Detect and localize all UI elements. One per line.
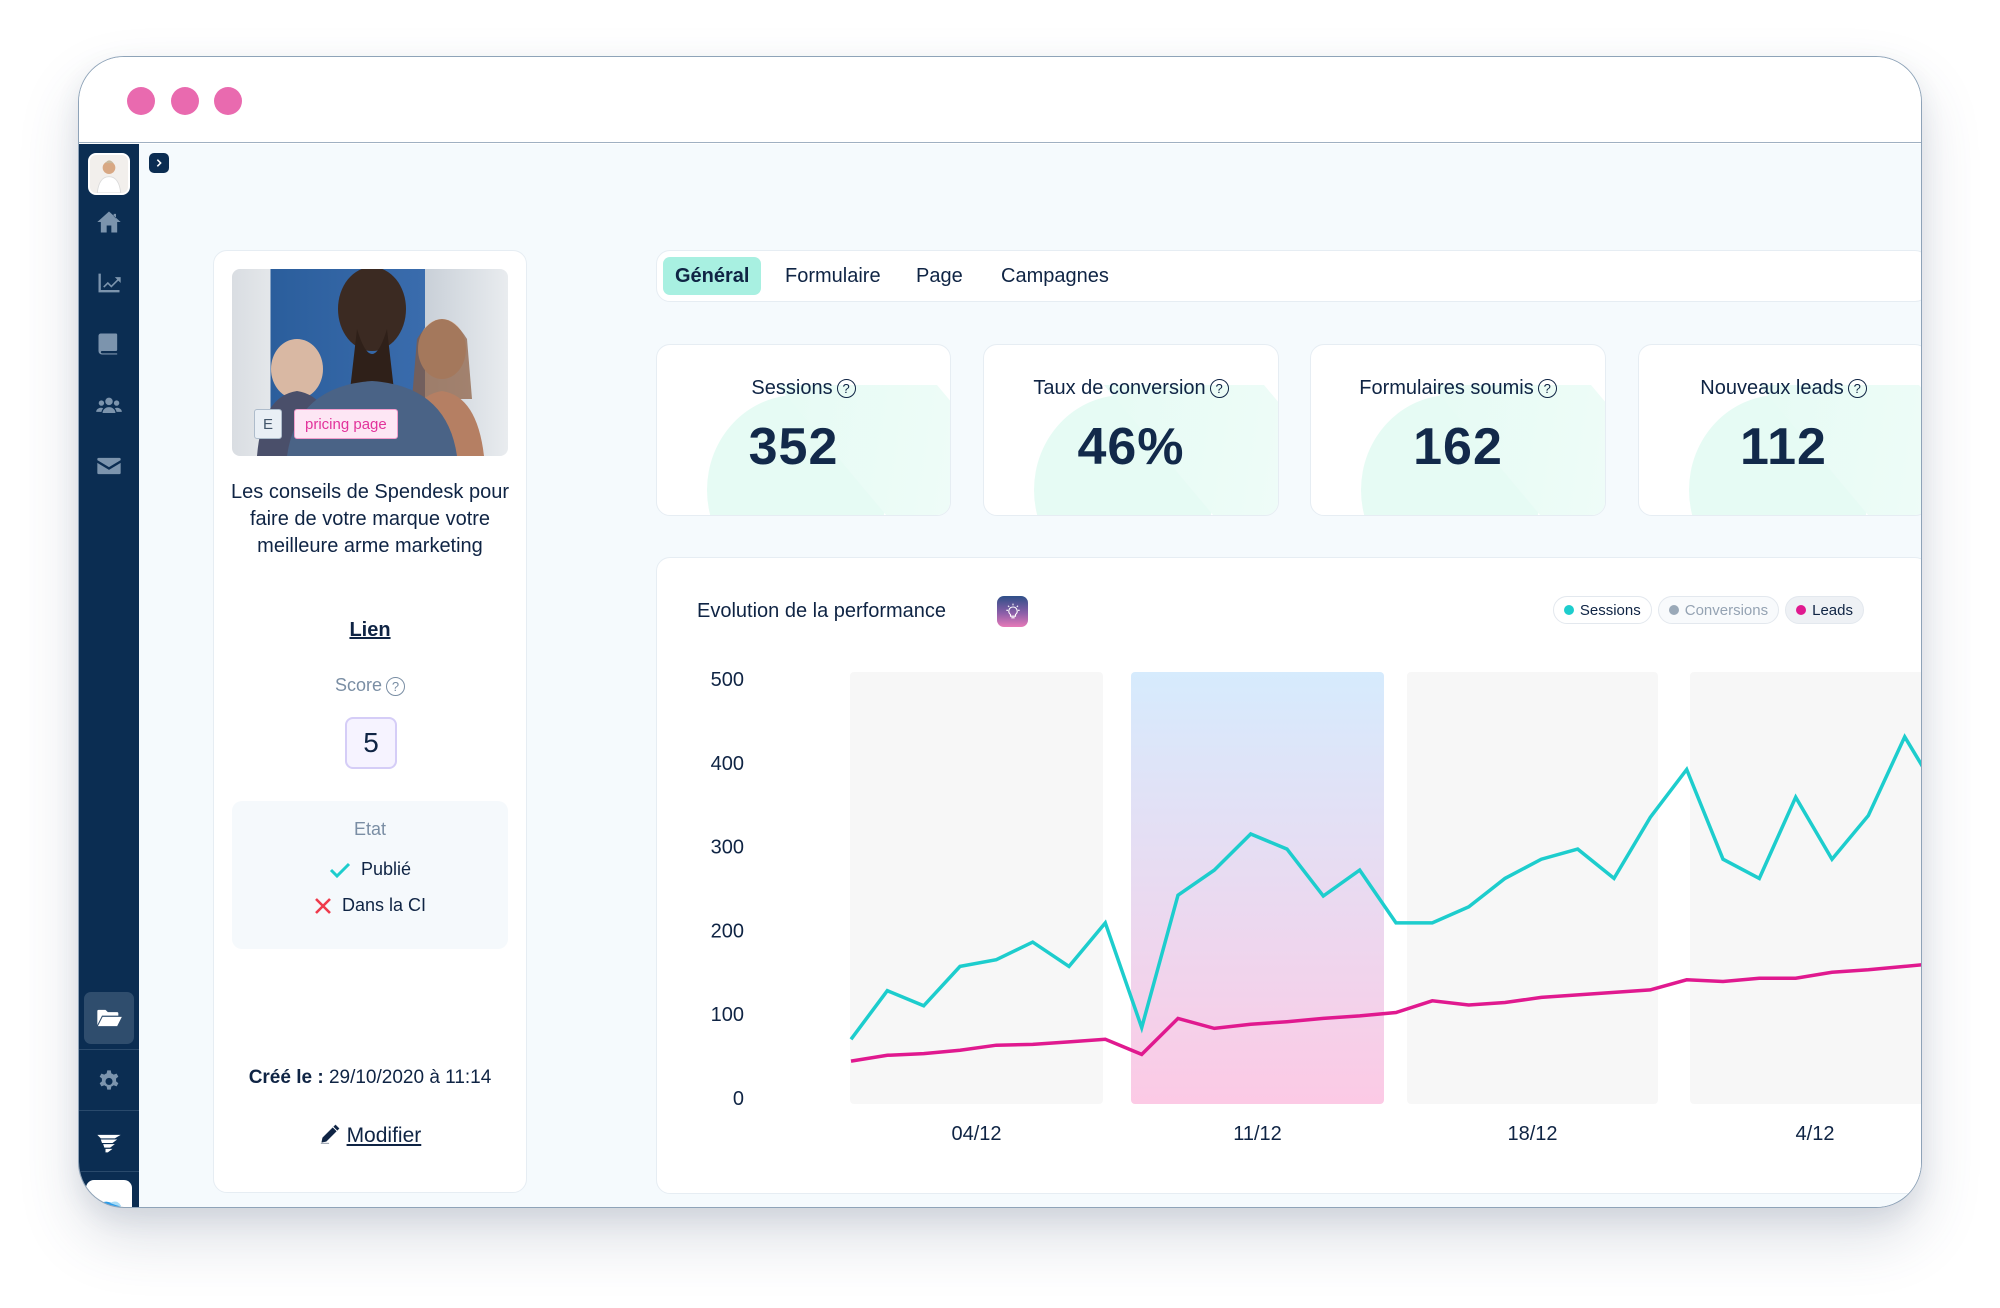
sidebar-item-settings[interactable] <box>79 1054 139 1110</box>
tab-formulaire[interactable]: Formulaire <box>773 257 893 295</box>
article-link[interactable]: Lien <box>214 619 526 642</box>
modify-label[interactable]: Modifier <box>347 1124 422 1147</box>
kpi-value: 162 <box>1413 418 1503 476</box>
status-in-ci: Dans la CI <box>232 895 508 916</box>
kpi-label-text: Taux de conversion <box>1033 377 1206 399</box>
tag-pricing-page[interactable]: pricing page <box>294 409 398 439</box>
sidebar-divider <box>79 1171 139 1172</box>
window-dot-maximize[interactable] <box>214 87 242 115</box>
x-tick-label: 04/12 <box>951 1123 1001 1145</box>
article-link-label[interactable]: Lien <box>349 619 390 641</box>
users-icon <box>96 397 122 413</box>
sidebar-item-content[interactable] <box>79 322 139 366</box>
sidebar-item-analytics[interactable] <box>79 261 139 305</box>
score-label: Score? <box>214 675 526 696</box>
article-thumbnail: E pricing page <box>232 269 508 456</box>
sidebar-divider <box>79 1049 139 1050</box>
title-bar <box>79 57 1921 143</box>
sidebar-item-emails[interactable] <box>79 444 139 488</box>
created-label: Créé le : <box>248 1067 324 1088</box>
status-panel: Etat Publié Dans la CI <box>232 801 508 949</box>
status-published: Publié <box>232 859 508 880</box>
y-tick-label: 500 <box>711 669 744 691</box>
cross-icon <box>315 897 331 914</box>
created-value: 29/10/2020 à 11:14 <box>328 1067 492 1088</box>
kpi-label-text: Sessions <box>751 377 833 399</box>
kpi-card-conversion-rate: Taux de conversion? 46% <box>983 344 1279 516</box>
performance-chart-card: Evolution de la performance Sessions Con… <box>656 557 1922 1194</box>
y-tick-label: 100 <box>711 1004 744 1026</box>
kpi-label: Sessions? <box>657 377 950 400</box>
help-icon[interactable]: ? <box>1847 379 1867 399</box>
app-window: E pricing page Les conseils de Spendesk … <box>78 56 1922 1208</box>
kpi-label: Nouveaux leads? <box>1639 377 1921 400</box>
check-icon <box>329 862 351 878</box>
tab-campagnes[interactable]: Campagnes <box>989 257 1121 295</box>
x-tick-label: 4/12 <box>1796 1123 1835 1145</box>
week-band-highlighted[interactable] <box>1131 672 1384 1104</box>
status-in-ci-label: Dans la CI <box>341 895 427 915</box>
sidebar-item-files[interactable] <box>84 992 134 1044</box>
x-tick-label: 18/12 <box>1507 1123 1557 1145</box>
y-tick-label: 200 <box>711 920 744 942</box>
kpi-label-text: Nouveaux leads <box>1700 377 1844 399</box>
kpi-card-forms-submitted: Formulaires soumis? 162 <box>1310 344 1606 516</box>
help-icon[interactable]: ? <box>1537 379 1557 399</box>
kpi-label: Formulaires soumis? <box>1311 377 1605 400</box>
help-icon[interactable]: ? <box>836 379 856 399</box>
week-band[interactable] <box>1407 672 1658 1104</box>
sidebar-divider <box>79 1110 139 1111</box>
chevron-right-icon <box>156 159 162 167</box>
kpi-label-text: Formulaires soumis <box>1359 377 1534 399</box>
sidebar-item-workspace[interactable] <box>86 1180 132 1207</box>
tag-letter: E <box>254 409 282 439</box>
x-tick-label: 11/12 <box>1233 1123 1282 1145</box>
y-tick-label: 0 <box>733 1088 744 1110</box>
sidebar-item-integration[interactable] <box>79 1114 139 1172</box>
folder-open-icon <box>97 1009 122 1027</box>
wave-logo-icon <box>97 1201 121 1207</box>
main-content: E pricing page Les conseils de Spendesk … <box>139 144 1921 1207</box>
kpi-card-sessions: Sessions? 352 <box>656 344 951 516</box>
chart-line-icon <box>98 273 121 293</box>
sidebar-item-contacts[interactable] <box>79 384 139 428</box>
sidebar <box>79 144 139 1207</box>
tornado-logo-icon <box>97 1134 121 1153</box>
sidebar-toggle-button[interactable] <box>149 153 169 173</box>
score-value: 5 <box>345 717 397 769</box>
sidebar-item-home[interactable] <box>79 200 139 244</box>
article-card: E pricing page Les conseils de Spendesk … <box>213 250 527 1193</box>
book-icon <box>98 333 118 355</box>
week-band[interactable] <box>1690 672 1922 1104</box>
help-icon[interactable]: ? <box>386 676 406 696</box>
performance-line-chart: 0 100 200 300 400 500 04/12 11/12 18/12 4/12 <box>711 669 1922 1145</box>
tab-bar: Général Formulaire Page Campagnes <box>656 250 1921 302</box>
tab-general[interactable]: Général <box>663 257 762 295</box>
kpi-value: 112 <box>1740 418 1827 476</box>
created-date: Créé le : 29/10/2020 à 11:14 <box>214 1067 526 1089</box>
kpi-card-new-leads: Nouveaux leads? 112 <box>1638 344 1921 516</box>
home-icon <box>97 211 121 233</box>
week-band[interactable] <box>850 672 1103 1104</box>
y-tick-label: 400 <box>711 753 744 775</box>
kpi-value: 46% <box>1077 418 1185 476</box>
window-dot-minimize[interactable] <box>171 87 199 115</box>
status-published-label: Publié <box>360 859 412 879</box>
envelope-icon <box>97 457 121 475</box>
kpi-label: Taux de conversion? <box>984 377 1278 400</box>
article-title: Les conseils de Spendesk pour faire de v… <box>231 481 509 557</box>
status-title: Etat <box>353 819 387 839</box>
y-tick-label: 300 <box>711 837 744 859</box>
help-icon[interactable]: ? <box>1209 379 1229 399</box>
gear-icon <box>99 1070 119 1090</box>
window-dot-close[interactable] <box>127 87 155 115</box>
kpi-value: 352 <box>748 418 839 476</box>
score-label-text: Score <box>334 675 383 695</box>
pencil-icon <box>320 1124 340 1144</box>
user-avatar[interactable] <box>88 153 130 195</box>
tab-page[interactable]: Page <box>904 257 975 295</box>
modify-button[interactable]: Modifier <box>214 1123 526 1148</box>
